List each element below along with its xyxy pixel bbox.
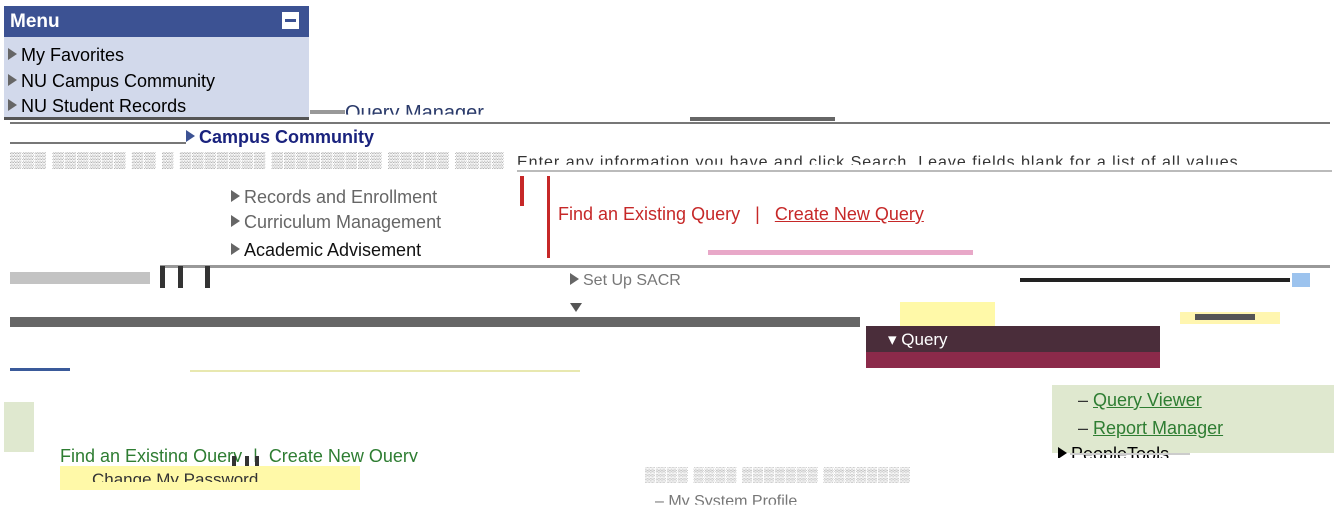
divider bbox=[517, 170, 1332, 172]
menu-item-label: Query Viewer bbox=[1093, 390, 1202, 410]
menu-item-label: NU Campus Community bbox=[21, 71, 216, 91]
scramble-text: ▒▒▒▒ ▒▒▒▒ ▒▒▒▒▒▒▒ ▒▒▒▒▒▒▒▒ bbox=[645, 466, 911, 482]
highlight-block bbox=[900, 302, 995, 326]
nav-label: Campus Community bbox=[199, 127, 375, 147]
collapse-icon[interactable] bbox=[282, 12, 299, 29]
expand-arrow-icon bbox=[570, 272, 579, 285]
menu-item-label: My System Profile bbox=[668, 493, 798, 510]
expand-arrow-icon bbox=[231, 215, 240, 228]
expand-arrow-icon bbox=[8, 48, 17, 61]
menu-group-query[interactable]: ▾ Query bbox=[866, 326, 1160, 352]
divider bbox=[1070, 453, 1190, 455]
divider bbox=[160, 265, 1330, 268]
menu-item-report-manager[interactable]: – Report Manager bbox=[1078, 418, 1223, 439]
menu-item-label: PeopleTools bbox=[1071, 444, 1170, 458]
glitch-bar bbox=[1195, 314, 1255, 320]
expand-arrow-icon bbox=[231, 243, 240, 256]
menu-item-label: Report Manager bbox=[1093, 418, 1224, 438]
collapse-arrow-icon bbox=[570, 303, 582, 312]
expand-arrow-icon bbox=[8, 99, 17, 112]
glitch-bar bbox=[10, 272, 150, 284]
menu-item-my-favorites[interactable]: My Favorites bbox=[8, 45, 124, 66]
divider bbox=[310, 110, 345, 114]
nav-campus-community[interactable]: Campus Community bbox=[186, 127, 374, 148]
menu-item-label: NU Student Records bbox=[21, 96, 187, 116]
expand-arrow-icon bbox=[1058, 447, 1067, 458]
menu-group-label: Query bbox=[901, 330, 948, 349]
expand-arrow-icon bbox=[186, 130, 195, 143]
menu-item-query-viewer[interactable]: – Query Viewer bbox=[1078, 390, 1202, 411]
glitch-bar bbox=[1020, 278, 1290, 282]
glitch-bar bbox=[160, 266, 165, 288]
bottom-query-links: Find an Existing Query | Create New Quer… bbox=[60, 446, 418, 462]
menu-title: Menu bbox=[10, 11, 60, 32]
nav-set-up-sacr[interactable]: Set Up SACR bbox=[570, 272, 681, 290]
divider bbox=[520, 176, 524, 206]
glitch-bar bbox=[708, 250, 973, 255]
menu-item-nu-campus-community[interactable]: NU Campus Community bbox=[8, 71, 215, 92]
expand-arrow-icon bbox=[231, 190, 240, 203]
menu-item-nu-student-records[interactable]: NU Student Records bbox=[8, 96, 186, 117]
change-password-link[interactable]: Change My Password bbox=[92, 470, 258, 482]
nav-academic-advisement[interactable]: Academic Advisement bbox=[231, 240, 421, 261]
glitch-bar bbox=[10, 317, 860, 327]
nav-label: Records and Enrollment bbox=[244, 187, 438, 207]
menu-header: Menu bbox=[4, 6, 309, 37]
divider bbox=[10, 122, 1330, 124]
nav-label: Curriculum Management bbox=[244, 212, 442, 232]
find-existing-query-link[interactable]: Find an Existing Query bbox=[558, 204, 740, 224]
divider bbox=[10, 142, 186, 144]
menu-item-my-system-profile[interactable]: – My System Profile bbox=[655, 493, 798, 510]
chevron-down-icon[interactable] bbox=[1292, 273, 1310, 287]
glitch-bar bbox=[205, 266, 210, 288]
divider bbox=[190, 370, 580, 372]
nav-records-enrollment[interactable]: Records and Enrollment bbox=[231, 187, 437, 208]
query-links: Find an Existing Query | Create New Quer… bbox=[558, 204, 924, 225]
menu-item-peopletools[interactable]: PeopleTools bbox=[1058, 444, 1169, 458]
menu-item-label: My Favorites bbox=[21, 45, 125, 65]
divider bbox=[10, 368, 70, 371]
divider bbox=[4, 117, 309, 120]
expand-arrow-icon bbox=[8, 74, 17, 87]
menu-row bbox=[866, 352, 1160, 368]
nav-label: Set Up SACR bbox=[583, 272, 681, 289]
create-new-query-link[interactable]: Create New Query bbox=[775, 204, 924, 224]
divider bbox=[690, 117, 835, 121]
glitch-bar bbox=[178, 266, 183, 288]
create-new-query-link[interactable]: Create New Query bbox=[269, 446, 418, 462]
instructions-scramble: ▒▒▒ ▒▒▒▒▒▒ ▒▒ ▒ ▒▒▒▒▒▒▒ ▒▒▒▒▒▒▒▒▒ ▒▒▒▒▒ … bbox=[10, 152, 505, 169]
panel-green bbox=[4, 402, 34, 452]
divider bbox=[547, 176, 550, 258]
nav-curriculum-management[interactable]: Curriculum Management bbox=[231, 212, 441, 233]
find-existing-query-link[interactable]: Find an Existing Query bbox=[60, 446, 242, 462]
link-separator: | bbox=[755, 204, 760, 224]
nav-label: Academic Advisement bbox=[244, 240, 422, 260]
